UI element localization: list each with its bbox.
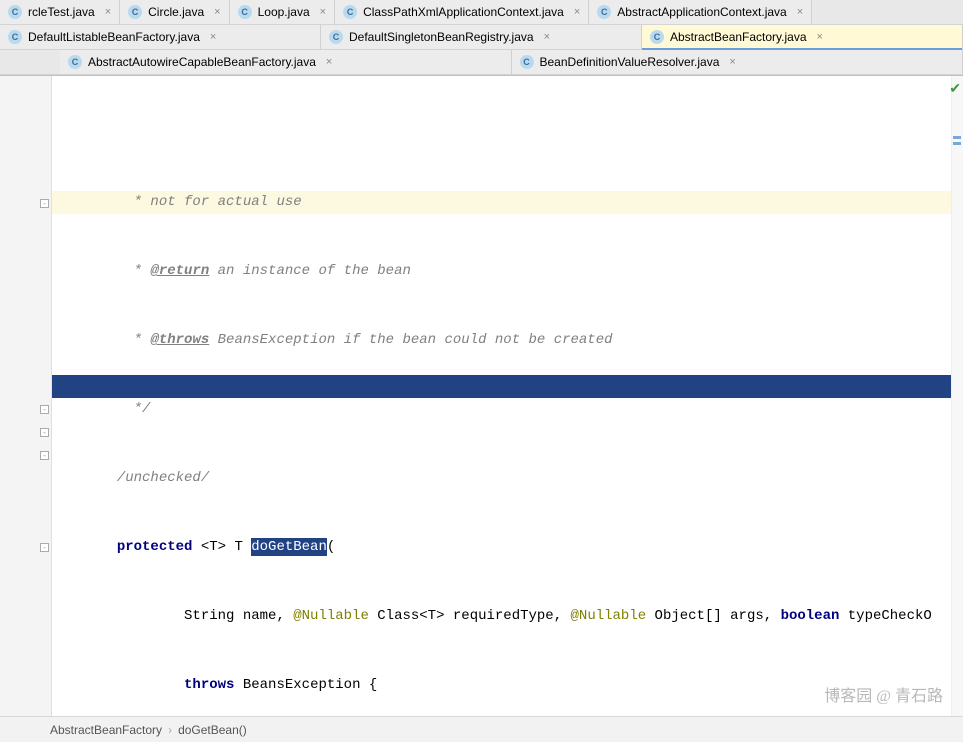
java-class-icon: C [128,5,142,19]
tab-label: rcleTest.java [28,5,95,19]
tab-label: DefaultSingletonBeanRegistry.java [349,30,534,44]
code-text: throws [184,677,234,693]
java-class-icon: C [329,30,343,44]
code-text: ( [327,539,335,555]
code-text: @Nullable [293,608,369,624]
tab-beandefinitionvalueresolver-java[interactable]: C BeanDefinitionValueResolver.java × [512,50,963,74]
code-text: @throws [150,332,209,348]
selected-method: doGetBean [251,538,327,556]
close-icon[interactable]: × [544,31,550,43]
close-icon[interactable]: × [105,6,111,18]
java-class-icon: C [68,55,82,69]
tab-label: Circle.java [148,5,204,19]
fold-marker-icon[interactable]: - [40,199,49,208]
code-text: if the bean could not be created [344,332,613,348]
code-text: an instance of the bean [209,263,411,279]
code-text: protected [117,539,193,555]
tab-rcletest-java[interactable]: CrcleTest.java × [0,0,120,24]
close-icon[interactable]: × [817,31,823,43]
close-icon[interactable]: × [326,56,332,68]
code-text: String name, [117,608,293,624]
code-text: @Nullable [571,608,647,624]
close-icon[interactable]: × [729,56,735,68]
java-class-icon: C [8,5,22,19]
code-text: Object[] args, [646,608,780,624]
tab-abstractapplicationcontext-java[interactable]: C AbstractApplicationContext.java × [589,0,812,24]
breadcrumb-method[interactable]: doGetBean() [178,723,247,737]
tab-abstractbeanfactory-java[interactable]: C AbstractBeanFactory.java × [642,25,963,49]
close-icon[interactable]: × [574,6,580,18]
editor-tabs: CrcleTest.java×CCircle.java×CLoop.java×C… [0,0,963,76]
chevron-right-icon: › [168,723,172,737]
tab-label: AbstractApplicationContext.java [617,5,786,19]
java-class-icon: C [238,5,252,19]
tab-classpathxmlapplicationcontext-java[interactable]: C ClassPathXmlApplicationContext.java × [335,0,589,24]
tab-label: ClassPathXmlApplicationContext.java [363,5,564,19]
code-text: */ [125,401,150,417]
inspection-ok-icon[interactable]: ✔ [949,80,961,97]
code-text: @return [150,263,209,279]
code-text: BeansException [209,332,343,348]
code-text: typeCheckO [839,608,931,624]
close-icon[interactable]: × [320,6,326,18]
tab-defaultsingletonbeanregistry-java[interactable]: C DefaultSingletonBeanRegistry.java × [321,25,642,49]
close-icon[interactable]: × [214,6,220,18]
tab-label: AbstractBeanFactory.java [670,30,807,44]
tab-loop-java[interactable]: C Loop.java × [230,0,335,24]
fold-marker-icon[interactable]: - [40,451,49,460]
tab-label: AbstractAutowireCapableBeanFactory.java [88,55,316,69]
code-text: * [125,263,150,279]
fold-marker-icon[interactable]: - [40,405,49,414]
code-text: * not for actual use [125,194,301,210]
tab-circle-java[interactable]: C Circle.java × [120,0,229,24]
editor-area: - - - - - * not for actual use * @return… [0,76,963,716]
java-class-icon: C [520,55,534,69]
code-text: <T> T [192,539,251,555]
watermark: 博客园 @ 青石路 [824,682,943,706]
close-icon[interactable]: × [210,31,216,43]
tab-abstractautowirecapablebeanfactory-java[interactable]: C AbstractAutowireCapableBeanFactory.java… [60,50,512,74]
close-icon[interactable]: × [797,6,803,18]
java-class-icon: C [597,5,611,19]
java-class-icon: C [8,30,22,44]
fold-marker-icon[interactable]: - [40,428,49,437]
code-text: boolean [781,608,840,624]
code-text [117,677,184,693]
breadcrumb-class[interactable]: AbstractBeanFactory [50,723,162,737]
tab-defaultlistablebeanfactory-java[interactable]: C DefaultListableBeanFactory.java × [0,25,321,49]
code-text: Class<T> requiredType, [369,608,571,624]
tab-label: BeanDefinitionValueResolver.java [540,55,720,69]
code-text: /unchecked/ [117,470,209,486]
code-text: BeansException { [234,677,377,693]
breadcrumb-bar: AbstractBeanFactory › doGetBean() [0,716,963,742]
error-stripe[interactable] [951,76,963,716]
code-editor[interactable]: * not for actual use * @return an instan… [52,76,963,716]
tab-label: Loop.java [258,5,310,19]
java-class-icon: C [343,5,357,19]
gutter: - - - - - [0,76,52,716]
fold-marker-icon[interactable]: - [40,543,49,552]
tab-label: DefaultListableBeanFactory.java [28,30,200,44]
java-class-icon: C [650,30,664,44]
code-text: * [125,332,150,348]
